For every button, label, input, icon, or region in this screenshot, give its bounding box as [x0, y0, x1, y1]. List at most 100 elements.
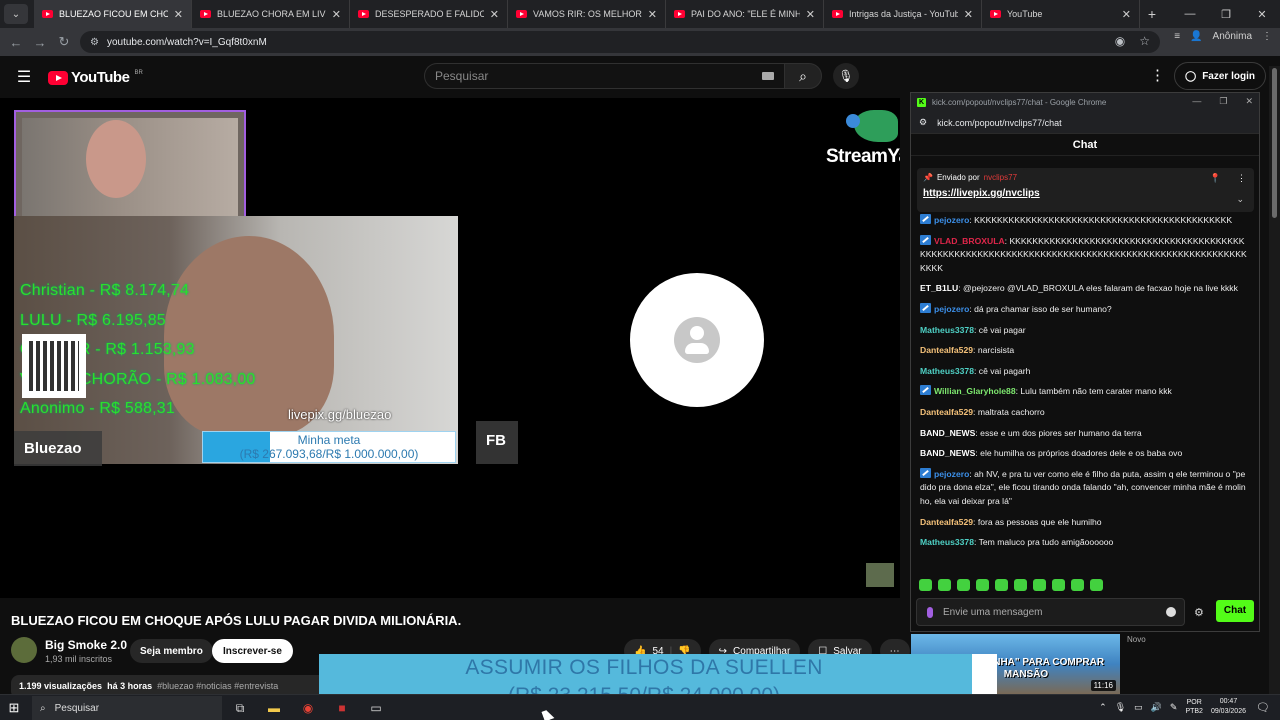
app-icon[interactable]: ■ [332, 698, 352, 718]
emote-icon[interactable] [1071, 579, 1084, 591]
network-icon[interactable]: ▭ [1134, 702, 1143, 713]
site-info-icon[interactable]: ⚙ [90, 37, 99, 48]
pinned-by-user[interactable]: nvclips77 [984, 173, 1017, 182]
clock[interactable]: 00:47 09/03/2026 [1211, 697, 1246, 717]
playlist-icon[interactable]: ≡ [1174, 31, 1180, 42]
language-indicator[interactable]: POR PTB2 [1185, 698, 1203, 716]
pinned-link[interactable]: https://livepix.gg/nvclips [923, 188, 1248, 199]
chat-username[interactable]: BAND_NEWS [920, 448, 975, 458]
channel-avatar[interactable] [11, 637, 37, 663]
chat-username[interactable]: pejozero [934, 469, 969, 479]
app-icon[interactable]: ▭ [366, 698, 386, 718]
youtube-logo[interactable]: YouTube BR [48, 69, 143, 86]
chat-username[interactable]: Dantealfa529 [920, 345, 973, 355]
emote-icon[interactable] [1090, 579, 1103, 591]
emoji-icon[interactable] [1166, 607, 1176, 617]
new-tab-button[interactable]: + [1140, 6, 1164, 22]
search-button[interactable]: ⌕ [784, 63, 822, 89]
mic-icon[interactable]: 🎙 [1115, 702, 1126, 713]
reload-icon[interactable]: ↻ [52, 30, 76, 54]
scrollbar-thumb[interactable] [1272, 68, 1277, 218]
emote-icon[interactable] [938, 579, 951, 591]
keyboard-icon[interactable] [762, 72, 774, 80]
restore-icon[interactable]: ❐ [1208, 0, 1244, 28]
chat-username[interactable]: pejozero [934, 215, 969, 225]
chat-username[interactable]: ET_B1LU [920, 283, 958, 293]
emote-icon[interactable] [957, 579, 970, 591]
chrome-icon[interactable]: ◉ [298, 698, 318, 718]
notification-icon[interactable]: 🗨 [1256, 701, 1270, 714]
tab-close-icon[interactable]: ✕ [806, 8, 815, 21]
browser-tab[interactable]: Intrigas da Justiça - YouTube ✕ [824, 0, 982, 28]
more-vertical-icon[interactable]: ⋮ [1237, 173, 1246, 184]
channel-name[interactable]: Big Smoke 2.0 [45, 638, 127, 652]
volume-icon[interactable]: 🔊 [1151, 702, 1162, 713]
omnibox[interactable]: ⚙ youtube.com/watch?v=I_Gqf8t0xnM ◉ ☆ [80, 31, 1160, 53]
search-input[interactable]: Pesquisar [424, 63, 784, 89]
voice-search-button[interactable]: 🎙 [833, 63, 859, 89]
browser-tab[interactable]: BLUEZAO CHORA EM LIVE APÓ ✕ [192, 0, 350, 28]
subscribe-button[interactable]: Inscrever-se [212, 639, 293, 663]
tab-search-icon[interactable]: ⌄ [4, 4, 28, 24]
emote-icon[interactable] [1052, 579, 1065, 591]
mini-player-thumbnail[interactable] [866, 563, 894, 587]
profile-label[interactable]: Anônima [1213, 31, 1252, 42]
windows-start-icon[interactable]: ⊞ [6, 700, 22, 716]
chat-username[interactable]: Dantealfa529 [920, 407, 973, 417]
emote-icon[interactable] [1014, 579, 1027, 591]
emote-icon[interactable] [976, 579, 989, 591]
page-scrollbar[interactable] [1269, 66, 1280, 696]
chevron-down-icon[interactable]: ⌄ [1236, 194, 1244, 205]
emote-icon[interactable] [995, 579, 1008, 591]
tab-close-icon[interactable]: ✕ [174, 8, 183, 21]
tab-close-icon[interactable]: ✕ [1122, 8, 1131, 21]
incognito-icon[interactable]: 👤 [1190, 31, 1202, 42]
taskbar-search[interactable]: ⌕ Pesquisar [32, 696, 222, 720]
tab-close-icon[interactable]: ✕ [964, 8, 973, 21]
restore-icon[interactable]: ❐ [1219, 96, 1227, 107]
site-info-icon[interactable]: ⚙ [919, 117, 927, 128]
chat-username[interactable]: VLAD_BROXULA [934, 236, 1005, 246]
hamburger-menu-icon[interactable]: ☰ [14, 67, 34, 87]
tab-close-icon[interactable]: ✕ [648, 8, 657, 21]
bookmark-star-icon[interactable]: ☆ [1139, 34, 1150, 48]
chat-username[interactable]: BAND_NEWS [920, 428, 975, 438]
close-icon[interactable]: ✕ [1244, 0, 1280, 28]
file-explorer-icon[interactable]: ▬ [264, 698, 284, 718]
chat-username[interactable]: Matheus3378 [920, 366, 974, 376]
tab-close-icon[interactable]: ✕ [490, 8, 499, 21]
browser-tab[interactable]: DESESPERADO E FALIDO, BLUE ✕ [350, 0, 508, 28]
login-button[interactable]: ◯ Fazer login [1174, 62, 1266, 90]
chat-username[interactable]: Dantealfa529 [920, 517, 973, 527]
tab-close-icon[interactable]: ✕ [332, 8, 341, 21]
browser-tab[interactable]: PAI DO ANO: "ELE É MINHA CA ✕ [666, 0, 824, 28]
kebab-menu-icon[interactable]: ⋮ [1262, 31, 1272, 42]
pen-icon[interactable]: ✎ [1170, 702, 1178, 713]
video-player[interactable]: Christian - R$ 8.174,74 LULU - R$ 6.195,… [0, 98, 900, 598]
chat-message-input[interactable]: Envie uma mensagem [916, 598, 1185, 626]
join-button[interactable]: Seja membro [130, 639, 213, 663]
eye-off-icon[interactable]: ◉ [1115, 34, 1125, 48]
emote-icon[interactable] [919, 579, 932, 591]
browser-tab[interactable]: VAMOS RIR: OS MELHORES AU ✕ [508, 0, 666, 28]
task-view-icon[interactable]: ⧉ [230, 698, 250, 718]
back-icon[interactable]: ← [4, 30, 28, 54]
chat-username[interactable]: pejozero [934, 304, 969, 314]
chat-username[interactable]: Matheus3378 [920, 537, 974, 547]
user-badge-icon [920, 302, 931, 313]
chat-settings-icon[interactable]: ⚙ [1194, 606, 1204, 619]
unpin-icon[interactable]: 📍 [1210, 173, 1221, 184]
minimize-icon[interactable]: — [1172, 0, 1208, 28]
chevron-up-icon[interactable]: ⌃ [1099, 702, 1107, 713]
minimize-icon[interactable]: — [1192, 96, 1201, 107]
browser-tab[interactable]: BLUEZAO FICOU EM CHOQUE A ✕ [34, 0, 192, 28]
chat-send-button[interactable]: Chat [1216, 600, 1254, 622]
close-icon[interactable]: ✕ [1245, 96, 1253, 107]
browser-tab[interactable]: YouTube ✕ [982, 0, 1140, 28]
forward-icon[interactable]: → [28, 30, 52, 54]
hashtags[interactable]: #bluezao #noticias #entrevista [157, 681, 278, 691]
emote-icon[interactable] [1033, 579, 1046, 591]
settings-more-icon[interactable]: ⋮ [1150, 66, 1165, 84]
chat-username[interactable]: Willian_Glaryhole88 [934, 386, 1016, 396]
chat-username[interactable]: Matheus3378 [920, 325, 974, 335]
